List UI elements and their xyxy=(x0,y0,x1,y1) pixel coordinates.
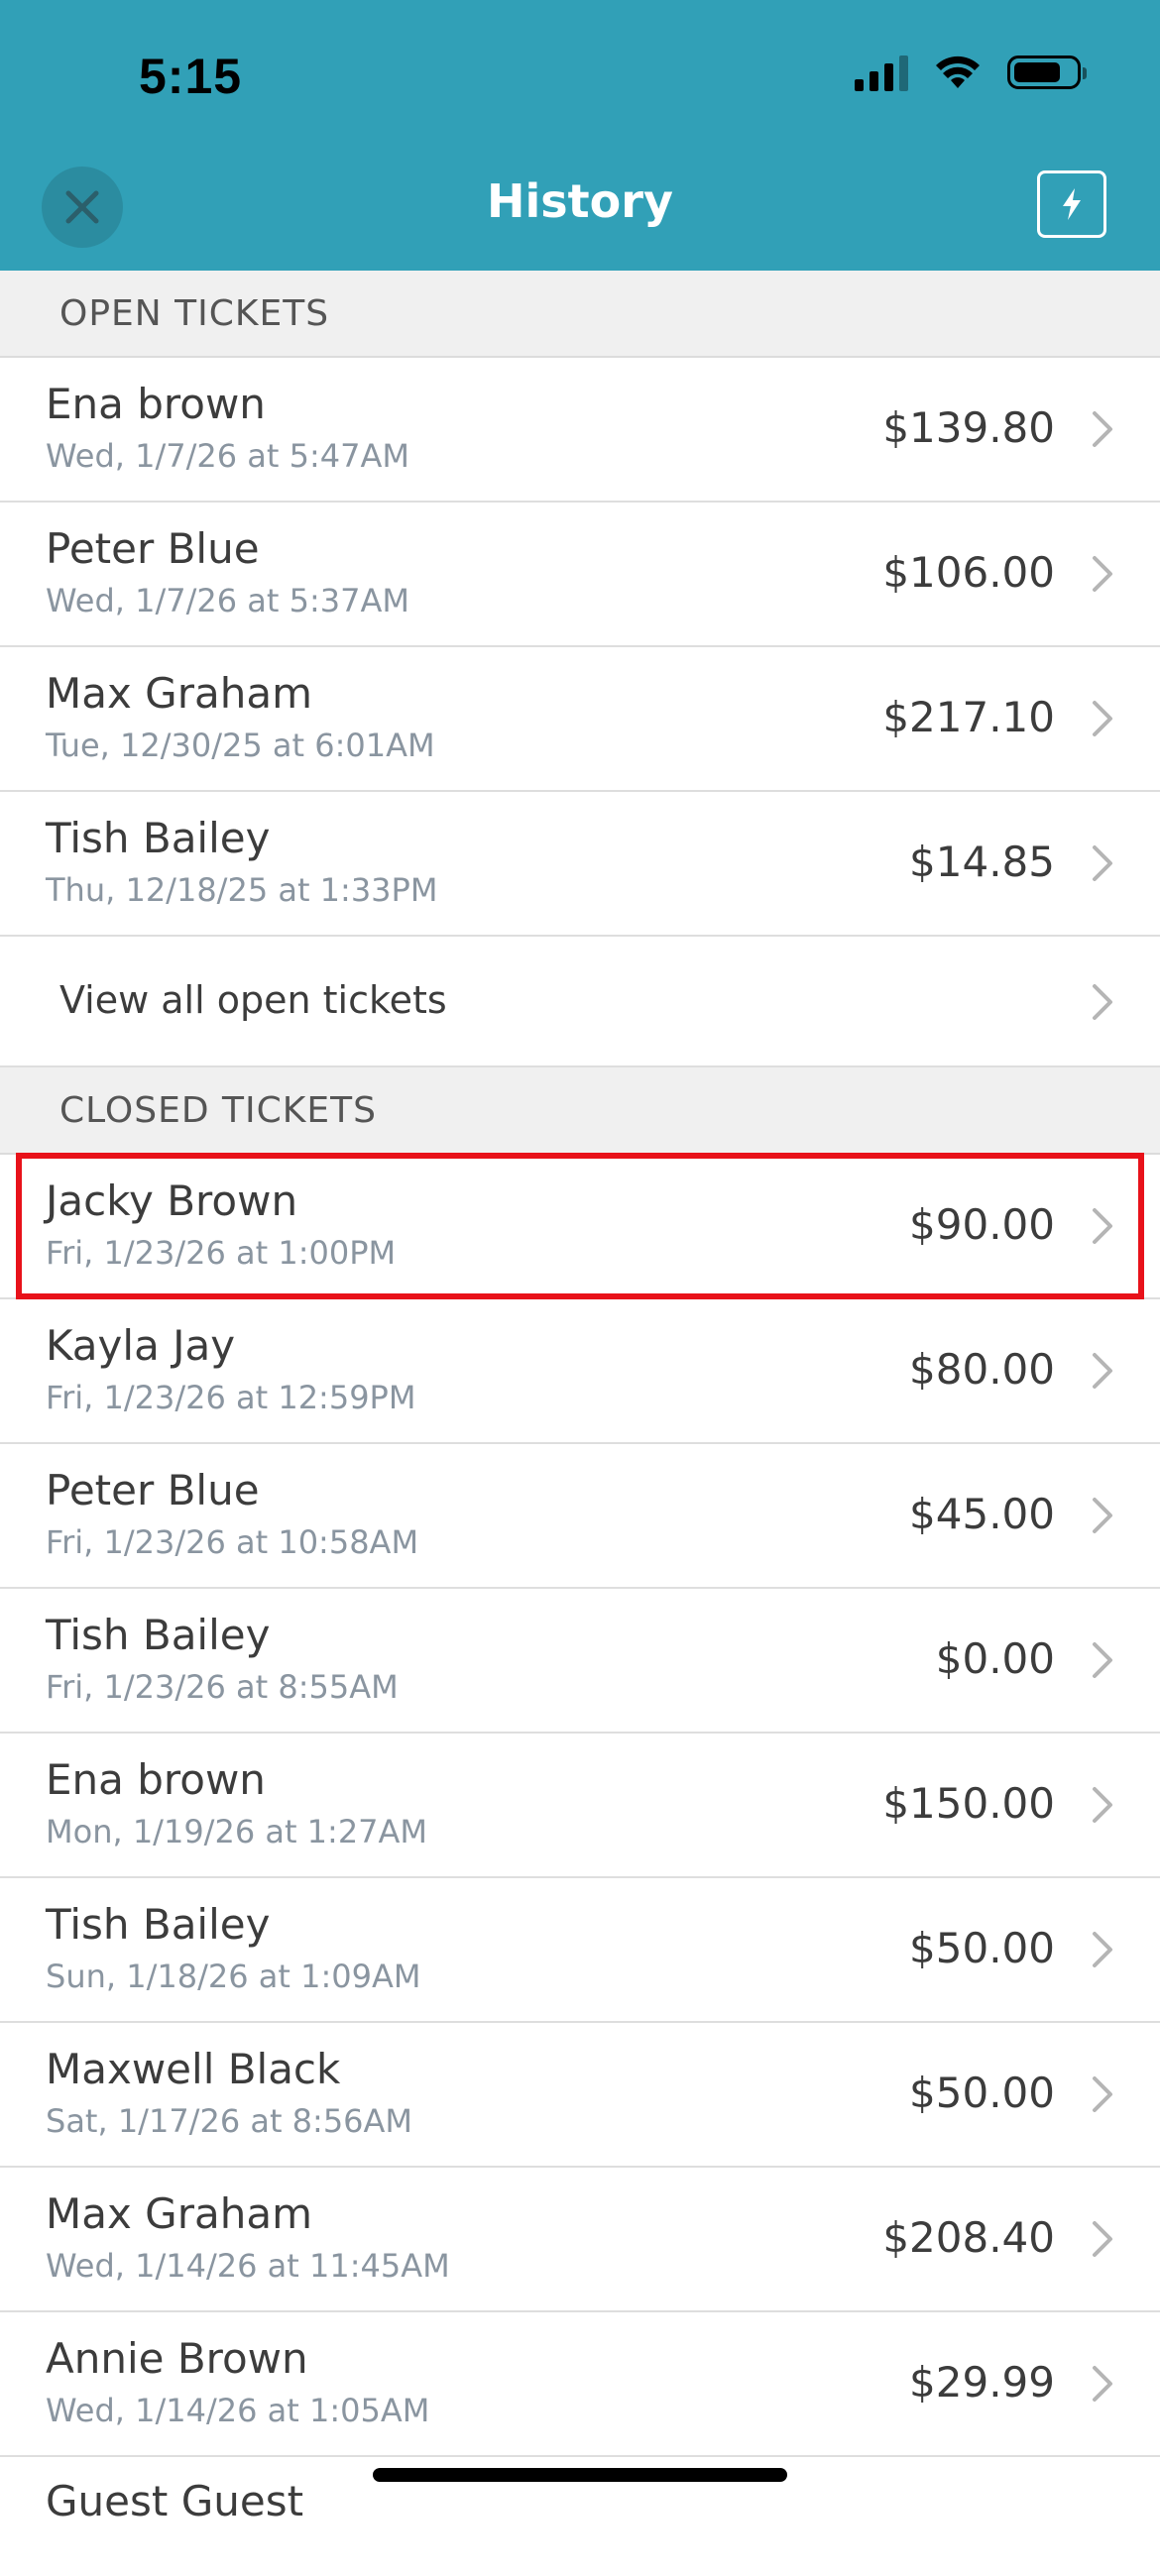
ticket-amount: $217.10 xyxy=(882,693,1055,741)
ticket-name: Ena brown xyxy=(46,1755,266,1804)
ticket-date: Mon, 1/19/26 at 1:27AM xyxy=(46,1813,428,1850)
chevron-right-icon xyxy=(1093,1498,1112,1533)
status-time: 5:15 xyxy=(139,49,243,104)
ticket-row[interactable]: Tish Bailey Sun, 1/18/26 at 1:09AM $50.0… xyxy=(0,1878,1160,2023)
ticket-name: Tish Bailey xyxy=(46,1611,271,1659)
ticket-amount: $0.00 xyxy=(935,1634,1055,1683)
ticket-name: Max Graham xyxy=(46,2189,313,2238)
ticket-name: Jacky Brown xyxy=(46,1176,298,1225)
view-all-label: View all open tickets xyxy=(59,978,447,1022)
ticket-row[interactable]: Ena brown Mon, 1/19/26 at 1:27AM $150.00 xyxy=(0,1734,1160,1878)
ticket-amount: $106.00 xyxy=(882,548,1055,597)
home-indicator xyxy=(373,2468,787,2482)
ticket-amount: $90.00 xyxy=(909,1200,1055,1249)
ticket-date: Wed, 1/14/26 at 1:05AM xyxy=(46,2392,430,2429)
page-title: History xyxy=(487,174,673,228)
ticket-amount: $150.00 xyxy=(882,1779,1055,1828)
closed-tickets-header: CLOSED TICKETS xyxy=(0,1067,1160,1155)
ticket-row[interactable]: Peter Blue Wed, 1/7/26 at 5:37AM $106.00 xyxy=(0,503,1160,647)
ticket-row[interactable]: Tish Bailey Thu, 12/18/25 at 1:33PM $14.… xyxy=(0,792,1160,937)
view-all-open-tickets[interactable]: View all open tickets xyxy=(0,937,1160,1067)
ticket-name: Kayla Jay xyxy=(46,1321,236,1370)
ticket-row[interactable]: Maxwell Black Sat, 1/17/26 at 8:56AM $50… xyxy=(0,2023,1160,2168)
ticket-name: Ena brown xyxy=(46,380,266,428)
chevron-right-icon xyxy=(1093,701,1112,736)
chevron-right-icon xyxy=(1093,1353,1112,1389)
ticket-name: Tish Bailey xyxy=(46,1900,271,1949)
ticket-row[interactable]: Kayla Jay Fri, 1/23/26 at 12:59PM $80.00 xyxy=(0,1299,1160,1444)
history-list: OPEN TICKETS Ena brown Wed, 1/7/26 at 5:… xyxy=(0,271,1160,2576)
ticket-row[interactable]: Peter Blue Fri, 1/23/26 at 10:58AM $45.0… xyxy=(0,1444,1160,1589)
ticket-name: Peter Blue xyxy=(46,1466,260,1514)
chevron-right-icon xyxy=(1093,1787,1112,1823)
ticket-date: Wed, 1/7/26 at 5:47AM xyxy=(46,437,409,475)
chevron-right-icon xyxy=(1093,556,1112,592)
chevron-right-icon xyxy=(1093,2076,1112,2112)
ticket-row[interactable]: Annie Brown Wed, 1/14/26 at 1:05AM $29.9… xyxy=(0,2312,1160,2457)
ticket-date: Sun, 1/18/26 at 1:09AM xyxy=(46,1958,421,1995)
ticket-row[interactable]: Ena brown Wed, 1/7/26 at 5:47AM $139.80 xyxy=(0,358,1160,503)
ticket-date: Fri, 1/23/26 at 12:59PM xyxy=(46,1379,416,1416)
ticket-date: Wed, 1/7/26 at 5:37AM xyxy=(46,582,409,619)
chevron-right-icon xyxy=(1093,2366,1112,2402)
ticket-name: Annie Brown xyxy=(46,2334,308,2383)
chevron-right-icon xyxy=(1093,1642,1112,1678)
quick-action-button[interactable] xyxy=(1037,170,1106,238)
ticket-amount: $45.00 xyxy=(909,1490,1055,1538)
ticket-date: Fri, 1/23/26 at 10:58AM xyxy=(46,1523,419,1561)
ticket-amount: $29.99 xyxy=(909,2358,1055,2407)
status-icons xyxy=(855,54,1087,91)
ticket-date: Wed, 1/14/26 at 11:45AM xyxy=(46,2247,450,2285)
ticket-row[interactable]: Jacky Brown Fri, 1/23/26 at 1:00PM $90.0… xyxy=(0,1155,1160,1299)
battery-icon xyxy=(1007,56,1087,89)
chevron-right-icon xyxy=(1093,411,1112,447)
ticket-name: Tish Bailey xyxy=(46,814,271,862)
lightning-icon xyxy=(1063,188,1081,220)
chevron-right-icon xyxy=(1093,2221,1112,2257)
chevron-right-icon xyxy=(1093,1208,1112,1244)
ticket-name: Peter Blue xyxy=(46,524,260,573)
ticket-name: Max Graham xyxy=(46,669,313,718)
open-tickets-header: OPEN TICKETS xyxy=(0,271,1160,358)
ticket-row[interactable]: Max Graham Tue, 12/30/25 at 6:01AM $217.… xyxy=(0,647,1160,792)
ticket-row[interactable]: Max Graham Wed, 1/14/26 at 11:45AM $208.… xyxy=(0,2168,1160,2312)
chevron-right-icon xyxy=(1093,845,1112,881)
ticket-date: Tue, 12/30/25 at 6:01AM xyxy=(46,727,435,764)
wifi-icon xyxy=(936,56,980,88)
ticket-date: Fri, 1/23/26 at 1:00PM xyxy=(46,1234,397,1272)
ticket-amount: $139.80 xyxy=(882,403,1055,452)
ticket-date: Sat, 1/17/26 at 8:56AM xyxy=(46,2102,413,2140)
ticket-amount: $80.00 xyxy=(909,1345,1055,1394)
app-header: 5:15 History xyxy=(0,0,1160,271)
ticket-row[interactable]: Tish Bailey Fri, 1/23/26 at 8:55AM $0.00 xyxy=(0,1589,1160,1734)
ticket-name: Guest Guest xyxy=(46,2477,304,2525)
cellular-signal-icon xyxy=(855,54,908,91)
ticket-date: Fri, 1/23/26 at 8:55AM xyxy=(46,1668,399,1706)
chevron-right-icon xyxy=(1093,984,1112,1020)
ticket-amount: $50.00 xyxy=(909,2069,1055,2117)
chevron-right-icon xyxy=(1093,1932,1112,1967)
ticket-amount: $208.40 xyxy=(882,2213,1055,2262)
ticket-name: Maxwell Black xyxy=(46,2045,341,2093)
ticket-date: Thu, 12/18/25 at 1:33PM xyxy=(46,871,438,909)
ticket-amount: $14.85 xyxy=(909,838,1055,886)
ticket-amount: $50.00 xyxy=(909,1924,1055,1972)
